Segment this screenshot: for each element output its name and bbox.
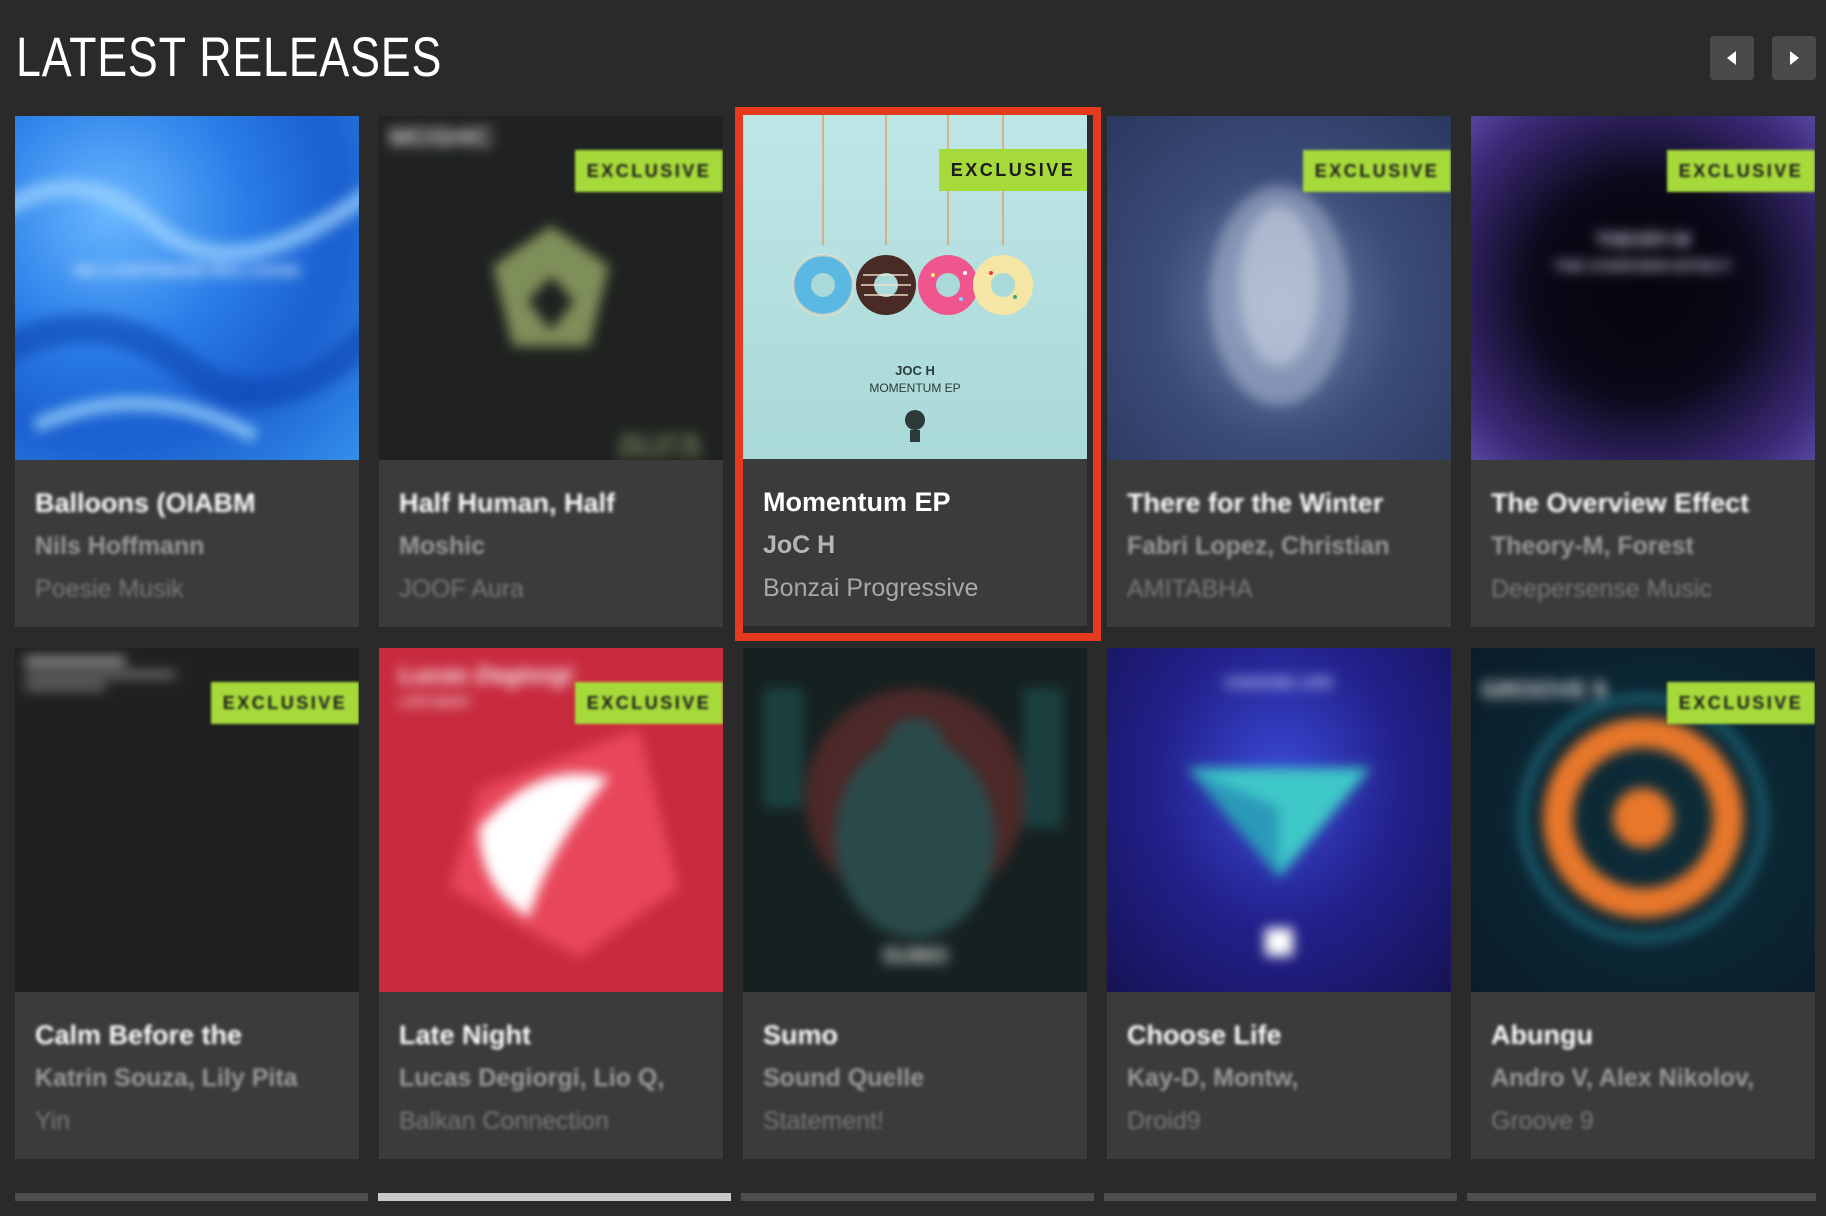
- svg-text:THE OVERVIEW EFFECT: THE OVERVIEW EFFECT: [1554, 258, 1731, 275]
- release-card-choose-life[interactable]: CHOOSE LIFE Choose Life Kay-D, Montw, Dr…: [1107, 648, 1451, 1159]
- exclusive-badge: EXCLUSIVE: [575, 682, 723, 724]
- exclusive-badge: EXCLUSIVE: [1667, 150, 1815, 192]
- release-artist[interactable]: Moshic: [399, 532, 485, 561]
- release-label[interactable]: Bonzai Progressive: [763, 574, 978, 603]
- cover-art: SUMO: [743, 648, 1087, 992]
- release-label[interactable]: Yin: [35, 1107, 70, 1136]
- release-label[interactable]: Deepersense Music: [1491, 575, 1712, 604]
- release-card-balloons[interactable]: NILS HOFFMANN BALLOONS Balloons (OIABM N…: [15, 116, 359, 627]
- page-indicator-2[interactable]: [378, 1193, 731, 1201]
- exclusive-badge: EXCLUSIVE: [1303, 150, 1451, 192]
- release-card-half-human[interactable]: MOSHIC aura EXCLUSIVE Half Human, Half M…: [379, 116, 723, 627]
- release-title[interactable]: Late Night: [399, 1020, 531, 1051]
- chevron-left-icon: [1727, 51, 1736, 65]
- release-artist[interactable]: Fabri Lopez, Christian: [1127, 532, 1390, 561]
- next-button[interactable]: [1772, 36, 1816, 80]
- release-title[interactable]: There for the Winter: [1127, 488, 1383, 519]
- release-label[interactable]: Balkan Connection: [399, 1107, 609, 1136]
- exclusive-badge: EXCLUSIVE: [211, 682, 359, 724]
- svg-text:Lucas Degiorgi: Lucas Degiorgi: [399, 662, 574, 689]
- release-card-calm-before-the[interactable]: EXCLUSIVE Calm Before the Katrin Souza, …: [15, 648, 359, 1159]
- release-card-overview-effect[interactable]: THEORY-M THE OVERVIEW EFFECT EXCLUSIVE T…: [1471, 116, 1815, 627]
- donut-pink: [918, 255, 978, 315]
- release-artist[interactable]: Theory-M, Forest: [1491, 532, 1694, 561]
- svg-text:JOC H: JOC H: [895, 363, 935, 378]
- svg-text:LATE NIGHT: LATE NIGHT: [399, 695, 471, 709]
- release-title[interactable]: Momentum EP: [763, 487, 951, 518]
- section-title: LATEST RELEASES: [16, 25, 443, 88]
- release-card-sumo[interactable]: SUMO Sumo Sound Quelle Statement!: [743, 648, 1087, 1159]
- release-artist[interactable]: Kay-D, Montw,: [1127, 1064, 1298, 1093]
- release-artist[interactable]: Nils Hoffmann: [35, 532, 204, 561]
- page-indicator-1[interactable]: [15, 1193, 368, 1201]
- release-artist[interactable]: Lucas Degiorgi, Lio Q,: [399, 1064, 664, 1093]
- release-artist[interactable]: Sound Quelle: [763, 1064, 924, 1093]
- donut-chocolate: [856, 255, 916, 315]
- page-indicator-5[interactable]: [1467, 1193, 1816, 1201]
- release-title[interactable]: Half Human, Half: [399, 488, 615, 519]
- cover-art: NILS HOFFMANN BALLOONS: [15, 116, 359, 460]
- release-label[interactable]: Statement!: [763, 1107, 884, 1136]
- page-indicator-3[interactable]: [741, 1193, 1094, 1201]
- donut-vanilla: [973, 255, 1033, 315]
- release-card-momentum-ep[interactable]: JOC H MOMENTUM EP EXCLUSIVE Momentum EP …: [743, 115, 1087, 626]
- release-label[interactable]: JOOF Aura: [399, 575, 524, 604]
- release-title[interactable]: Choose Life: [1127, 1020, 1282, 1051]
- svg-text:THEORY-M: THEORY-M: [1596, 230, 1690, 250]
- svg-text:MOSHIC: MOSHIC: [389, 122, 493, 152]
- exclusive-badge: EXCLUSIVE: [575, 150, 723, 192]
- svg-text:aura: aura: [617, 418, 702, 460]
- release-artist[interactable]: Andro V, Alex Nikolov,: [1491, 1064, 1754, 1093]
- exclusive-badge: EXCLUSIVE: [1667, 682, 1815, 724]
- cover-art: CHOOSE LIFE: [1107, 648, 1451, 992]
- svg-text:CHOOSE LIFE: CHOOSE LIFE: [1225, 675, 1334, 692]
- release-title[interactable]: Calm Before the: [35, 1020, 242, 1051]
- release-label[interactable]: Groove 9: [1491, 1107, 1594, 1136]
- donut-blue: [791, 253, 855, 317]
- exclusive-badge: EXCLUSIVE: [939, 149, 1087, 191]
- release-title[interactable]: Abungu: [1491, 1020, 1593, 1051]
- release-label[interactable]: Poesie Musik: [35, 575, 184, 604]
- release-card-abungu[interactable]: GROOVE 9 EXCLUSIVE Abungu Andro V, Alex …: [1471, 648, 1815, 1159]
- release-label[interactable]: AMITABHA: [1127, 575, 1253, 604]
- release-card-there-for-the-winter[interactable]: EXCLUSIVE There for the Winter Fabri Lop…: [1107, 116, 1451, 627]
- svg-text:NILS HOFFMANN BALLOONS: NILS HOFFMANN BALLOONS: [74, 263, 301, 280]
- release-title[interactable]: Sumo: [763, 1020, 838, 1051]
- release-artist[interactable]: Katrin Souza, Lily Pita: [35, 1064, 298, 1093]
- bonzai-logo-icon: [905, 410, 925, 442]
- release-artist[interactable]: JoC H: [763, 531, 835, 560]
- release-card-late-night[interactable]: Lucas Degiorgi LATE NIGHT EXCLUSIVE Late…: [379, 648, 723, 1159]
- svg-text:GROOVE 9: GROOVE 9: [1481, 677, 1606, 704]
- svg-text:SUMO: SUMO: [882, 943, 948, 968]
- chevron-right-icon: [1790, 51, 1799, 65]
- page-indicator-4[interactable]: [1104, 1193, 1457, 1201]
- previous-button[interactable]: [1710, 36, 1754, 80]
- release-title[interactable]: Balloons (OIABM: [35, 488, 256, 519]
- release-label[interactable]: Droid9: [1127, 1107, 1201, 1136]
- release-title[interactable]: The Overview Effect: [1491, 488, 1749, 519]
- svg-text:MOMENTUM EP: MOMENTUM EP: [869, 381, 960, 395]
